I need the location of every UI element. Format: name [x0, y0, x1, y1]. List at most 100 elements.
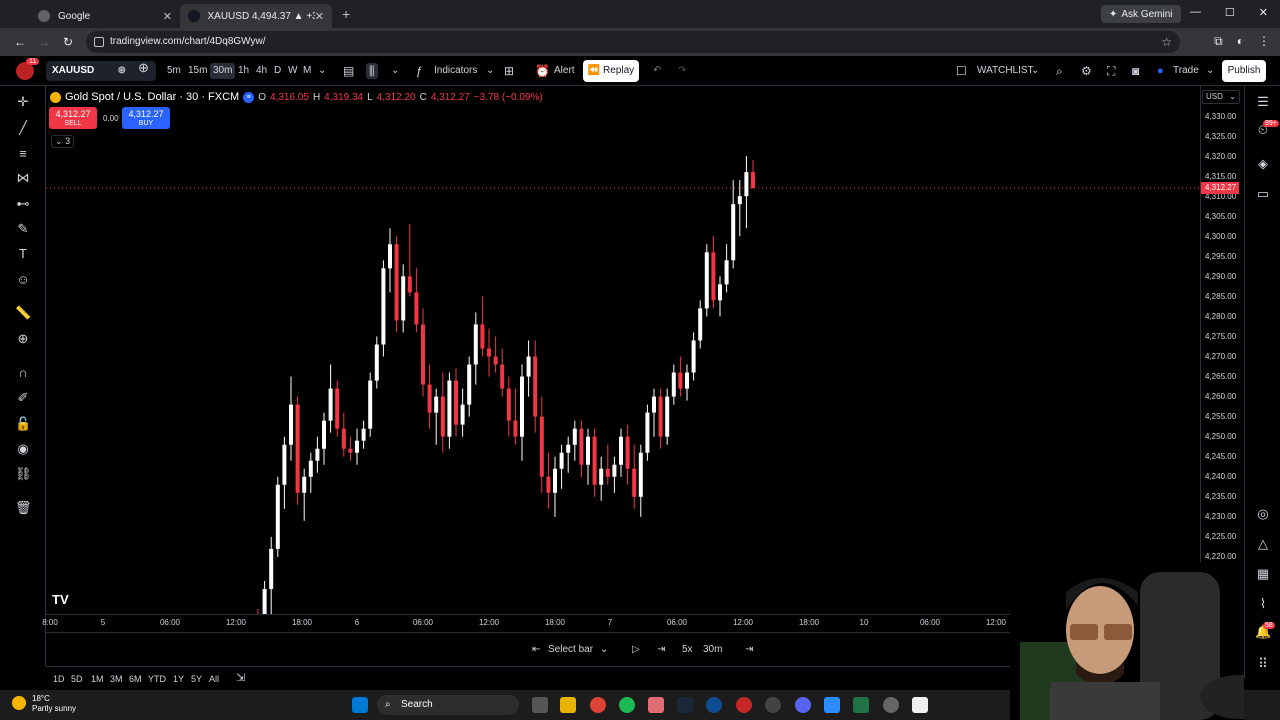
settings-gear-icon[interactable]: ⚙ — [1081, 63, 1092, 79]
redo-icon[interactable]: ↷ — [678, 63, 686, 79]
symbol-settings-icon[interactable]: ⊛ — [118, 61, 126, 81]
chart-type-dropdown-icon[interactable]: ⌄ — [391, 63, 399, 79]
weather-widget[interactable]: 18°C Partly sunny — [8, 694, 76, 714]
emoji-icon[interactable]: ☺ — [15, 272, 31, 288]
range-1m[interactable]: 1M — [91, 674, 104, 684]
brush-icon[interactable]: ✎ — [15, 221, 31, 237]
bookmark-star-icon[interactable]: ☆ — [1161, 31, 1172, 53]
tradingview-logo[interactable]: TV — [52, 592, 69, 607]
undo-icon[interactable]: ↶ — [653, 63, 661, 79]
play-icon[interactable]: ▷ — [632, 644, 640, 655]
interval-m[interactable]: M — [303, 63, 311, 79]
calendar-icon[interactable]: ▦ — [1255, 566, 1271, 582]
excel-icon[interactable] — [853, 697, 869, 713]
range-1y[interactable]: 1Y — [173, 674, 184, 684]
app-red-icon[interactable] — [736, 697, 752, 713]
jump-to-realtime-icon[interactable]: ⇥ — [745, 644, 753, 655]
replay-button[interactable]: ⏪ Replay — [583, 60, 639, 82]
quick-search-icon[interactable]: ⌕ — [1056, 63, 1063, 79]
range-ytd[interactable]: YTD — [148, 674, 166, 684]
text-icon[interactable]: T — [15, 246, 31, 262]
fib-icon[interactable]: ≡ — [15, 146, 31, 162]
discord-icon[interactable] — [795, 697, 811, 713]
link-icon[interactable]: ⛓ — [15, 466, 32, 482]
bar-style-icon[interactable]: ▤ — [343, 63, 354, 79]
interval-30m[interactable]: 30m — [210, 63, 236, 79]
alert-icon[interactable]: ⏰ — [535, 63, 550, 79]
range-3m[interactable]: 3M — [110, 674, 123, 684]
extensions-icon[interactable]: ⧉ — [1214, 34, 1223, 49]
spotify-icon[interactable] — [619, 697, 635, 713]
interval-dropdown-icon[interactable]: ⌄ — [318, 63, 326, 79]
candles-icon[interactable]: ⫼ — [366, 63, 378, 79]
app-gray-icon[interactable] — [765, 697, 781, 713]
minimize-icon[interactable]: — — [1190, 6, 1201, 19]
indicators-icon[interactable]: ƒ — [416, 63, 423, 79]
app-misc-icon[interactable] — [883, 697, 899, 713]
trade-dropdown-icon[interactable]: ⌄ — [1206, 63, 1214, 79]
interval-5m[interactable]: 5m — [167, 63, 181, 79]
go-to-date-icon[interactable]: ⇲ — [236, 671, 245, 684]
back-icon[interactable]: ← — [8, 35, 32, 49]
range-5d[interactable]: 5D — [71, 674, 83, 684]
layers-icon[interactable]: ◈ — [1255, 156, 1271, 172]
interval-1h[interactable]: 1h — [238, 63, 249, 79]
apps-grid-icon[interactable]: ⠿ — [1255, 656, 1271, 672]
close-window-icon[interactable]: ✕ — [1259, 6, 1268, 19]
layout-icon[interactable]: ⊞ — [504, 63, 514, 79]
indicators-dropdown-icon[interactable]: ⌄ — [486, 63, 494, 79]
fullscreen-icon[interactable]: ⛶ — [1107, 63, 1115, 79]
ask-gemini-button[interactable]: ✦ Ask Gemini — [1101, 5, 1181, 23]
trash-icon[interactable]: 🗑 — [15, 500, 32, 516]
market-status-icon[interactable]: ≡ — [243, 91, 255, 103]
speed-button[interactable]: 5x — [682, 644, 693, 655]
watchlist-button[interactable]: WATCHLIST — [977, 63, 1034, 79]
replay-interval-button[interactable]: 30m — [703, 644, 722, 655]
signal-icon[interactable]: ⌇ — [1255, 596, 1271, 612]
interval-15m[interactable]: 15m — [188, 63, 207, 79]
indicators-button[interactable]: Indicators — [434, 63, 477, 79]
taskbar-search[interactable]: ⌕ Search — [377, 695, 519, 715]
chart-pane[interactable] — [46, 86, 1200, 642]
currency-selector[interactable]: USD ⌄ — [1202, 90, 1240, 104]
tab-google[interactable]: Google ✕ — [30, 4, 180, 28]
zoom-icon[interactable]: ⊕ — [15, 331, 31, 347]
maximize-icon[interactable]: ☐ — [1225, 6, 1235, 19]
chat-icon[interactable]: ▭ — [1255, 186, 1271, 202]
alert-button[interactable]: Alert — [554, 63, 575, 79]
legend-title[interactable]: Gold Spot / U.S. Dollar · 30 · FXCM — [65, 91, 239, 103]
close-tab-icon[interactable]: ✕ — [163, 10, 172, 23]
magnet-icon[interactable]: ∩ — [15, 365, 31, 381]
profile-icon[interactable]: ◐ — [1237, 34, 1244, 49]
range-all[interactable]: All — [209, 674, 219, 684]
add-symbol-icon[interactable]: ⊕ — [138, 60, 149, 76]
pattern-icon[interactable]: ⋈ — [15, 170, 31, 186]
interval-d[interactable]: D — [274, 63, 281, 79]
sell-button[interactable]: 4,312.27 SELL — [49, 107, 97, 129]
watchlist-icon[interactable]: ☰ — [1255, 94, 1271, 110]
watchlist-checkbox-icon[interactable]: ☐ — [956, 63, 967, 79]
task-view-icon[interactable] — [532, 697, 548, 713]
tab-tradingview[interactable]: XAUUSD 4,494.37 ▲ +3.7% W... ✕ — [180, 4, 332, 28]
crosshair-icon[interactable]: ✛ — [15, 94, 31, 110]
app-white-icon[interactable] — [912, 697, 928, 713]
range-1d[interactable]: 1D — [53, 674, 65, 684]
steam-icon[interactable] — [677, 697, 693, 713]
interval-w[interactable]: W — [288, 63, 297, 79]
watchlist-dropdown-icon[interactable]: ⌄ — [1031, 63, 1039, 79]
chevron-down-icon[interactable]: ⌄ — [600, 644, 608, 655]
step-forward-icon[interactable]: ⇥ — [657, 644, 665, 655]
lock-icon[interactable]: 🔓 — [15, 416, 31, 432]
trade-button[interactable]: Trade — [1173, 63, 1199, 79]
forecast-icon[interactable]: ⊷ — [15, 196, 31, 212]
buy-button[interactable]: 4,312.27 BUY — [122, 107, 170, 129]
select-bar-button[interactable]: Select bar — [548, 644, 593, 655]
publish-button[interactable]: Publish — [1222, 60, 1266, 82]
url-input[interactable]: tradingview.com/chart/4Dq8GWyw/ ☆ — [86, 31, 1180, 53]
trend-line-icon[interactable]: ╱ — [15, 120, 31, 136]
triangle-icon[interactable]: △ — [1255, 536, 1271, 552]
range-5y[interactable]: 5Y — [191, 674, 202, 684]
menu-icon[interactable]: ⋮ — [1258, 34, 1270, 49]
new-tab-button[interactable]: + — [342, 6, 350, 22]
indicators-collapse-toggle[interactable]: ⌄ 3 — [51, 135, 75, 148]
